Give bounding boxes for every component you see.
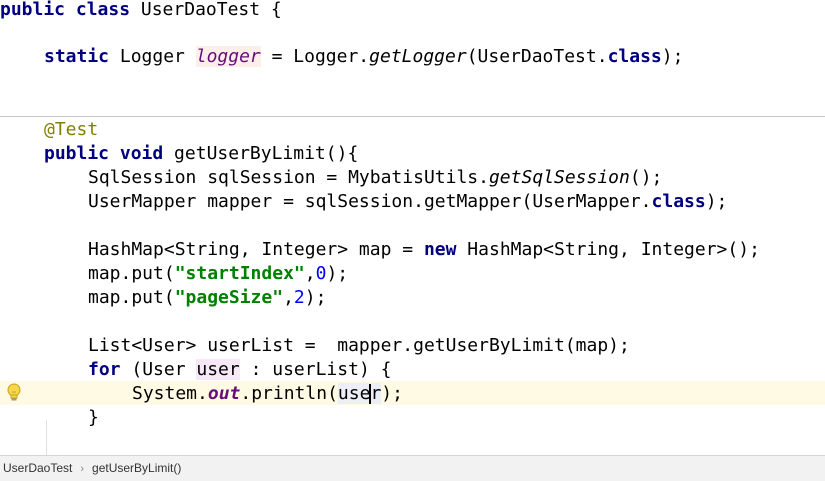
code-line-mapper[interactable]: UserMapper mapper = sqlSession.getMapper…: [88, 190, 727, 214]
code-text: UserMapper mapper = sqlSession.getMapper…: [88, 191, 652, 212]
string-literal: "startIndex": [174, 263, 305, 284]
keyword: for: [88, 359, 121, 380]
code-text: HashMap<String, Integer>();: [456, 239, 760, 260]
code-line-for[interactable]: for (User user : userList) {: [88, 358, 391, 382]
code-text: ,: [283, 287, 294, 308]
code-line-hashmap[interactable]: HashMap<String, Integer> map = new HashM…: [88, 238, 760, 262]
code-text: List<User> userList = mapper.getUserByLi…: [88, 335, 630, 356]
static-field: out: [207, 383, 241, 404]
code-line-logger[interactable]: static Logger logger = Logger.getLogger(…: [44, 45, 683, 69]
code-line-method-decl[interactable]: public void getUserByLimit(){: [44, 142, 358, 166]
code-line-close-brace[interactable]: }: [88, 406, 99, 430]
code-text: HashMap<String, Integer> map =: [88, 239, 424, 260]
code-text: }: [88, 407, 99, 428]
code-text: (User: [120, 359, 197, 380]
code-text: Logger: [109, 46, 196, 67]
code-line-annotation[interactable]: @Test: [44, 118, 98, 142]
code-text: );: [381, 383, 403, 404]
test-annotation: @Test: [44, 119, 99, 140]
keyword: public void: [44, 143, 164, 164]
code-text: map.put(: [88, 263, 175, 284]
code-text: map.put(: [88, 287, 175, 308]
code-text: );: [326, 263, 349, 284]
number-literal: 0: [315, 263, 327, 284]
code-line-put-pagesize[interactable]: map.put("pageSize",2);: [88, 286, 326, 310]
code-line-println[interactable]: System.out.println(user);: [132, 382, 403, 406]
static-call: getLogger: [369, 46, 467, 67]
code-text: ();: [629, 167, 663, 188]
logger-field[interactable]: logger: [195, 46, 261, 67]
current-line-highlight: [0, 381, 825, 405]
code-line-put-startindex[interactable]: map.put("startIndex",0);: [88, 262, 348, 286]
breadcrumb-class[interactable]: UserDaoTest: [3, 461, 72, 475]
keyword: public class: [0, 0, 131, 20]
number-literal: 2: [293, 287, 305, 308]
code-line-sqlsession[interactable]: SqlSession sqlSession = MybatisUtils.get…: [88, 166, 662, 190]
string-literal: "pageSize": [174, 287, 284, 308]
method-signature: getUserByLimit(){: [163, 143, 359, 164]
variable-usage-text: use: [337, 383, 371, 404]
code-text: .println(: [240, 383, 338, 404]
breadcrumb: UserDaoTest › getUserByLimit(): [0, 455, 825, 481]
code-text: );: [304, 287, 327, 308]
keyword: class: [651, 191, 706, 212]
code-line-class-decl[interactable]: public class UserDaoTest {: [0, 0, 282, 22]
breadcrumb-separator-icon: ›: [80, 463, 85, 475]
code-editor[interactable]: public class UserDaoTest { static Logger…: [0, 0, 825, 455]
static-call: getSqlSession: [488, 167, 630, 188]
variable-usage-text: r: [370, 383, 382, 404]
code-text: = Logger.: [260, 46, 370, 67]
code-text: SqlSession sqlSession = MybatisUtils.: [88, 167, 489, 188]
keyword: static: [44, 46, 110, 67]
code-text: );: [661, 46, 684, 67]
loop-variable[interactable]: user: [196, 359, 240, 380]
variable-usage[interactable]: user: [337, 383, 382, 404]
code-line-userlist[interactable]: List<User> userList = mapper.getUserByLi…: [88, 334, 630, 358]
code-text: : userList) {: [239, 359, 392, 380]
code-text: );: [705, 191, 728, 212]
breadcrumb-method[interactable]: getUserByLimit(): [92, 461, 181, 475]
lightbulb-icon[interactable]: [6, 383, 22, 403]
code-text: ,: [304, 263, 316, 284]
keyword: class: [607, 46, 662, 67]
keyword: new: [423, 239, 457, 260]
class-name: UserDaoTest {: [130, 0, 282, 20]
code-text: (UserDaoTest.: [466, 46, 608, 67]
method-separator: [0, 116, 825, 117]
code-text: System.: [132, 383, 208, 404]
indent-guide: [46, 420, 47, 455]
